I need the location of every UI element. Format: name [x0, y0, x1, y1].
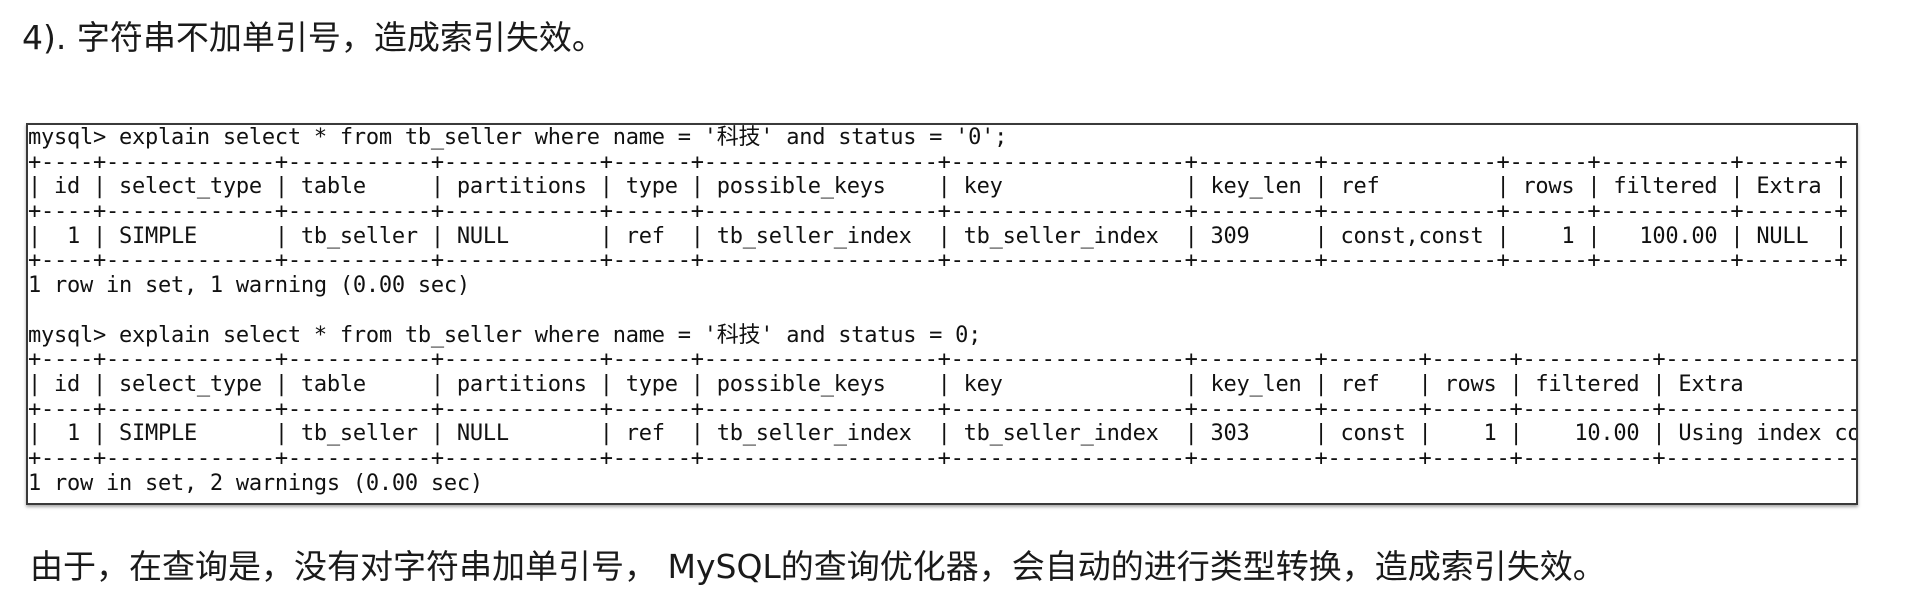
- terminal-line-query-2: mysql> explain select * from tb_seller w…: [28, 322, 982, 348]
- table-header-row: | id | select_type | table | partitions …: [28, 371, 1858, 397]
- table-border: +----+-------------+-----------+--------…: [28, 199, 1848, 225]
- table-row: | 1 | SIMPLE | tb_seller | NULL | ref | …: [28, 223, 1848, 249]
- table-border: +----+-------------+-----------+--------…: [28, 445, 1858, 471]
- table-border: +----+-------------+-----------+--------…: [28, 396, 1858, 422]
- section-heading: 4). 字符串不加单引号，造成索引失效。: [22, 18, 605, 57]
- terminal-line-query-1: mysql> explain select * from tb_seller w…: [28, 125, 1008, 150]
- table-border: +----+-------------+-----------+--------…: [28, 149, 1848, 175]
- result-summary-2: 1 row in set, 2 warnings (0.00 sec): [28, 470, 483, 496]
- table-border: +----+-------------+-----------+--------…: [28, 347, 1858, 373]
- terminal-output: mysql> explain select * from tb_seller w…: [28, 125, 1856, 496]
- table-header-row: | id | select_type | table | partitions …: [28, 174, 1848, 200]
- terminal-screenshot: mysql> explain select * from tb_seller w…: [26, 123, 1858, 505]
- table-border: +----+-------------+-----------+--------…: [28, 248, 1848, 274]
- table-row: | 1 | SIMPLE | tb_seller | NULL | ref | …: [28, 421, 1858, 447]
- result-summary-1: 1 row in set, 1 warning (0.00 sec): [28, 273, 470, 299]
- explanation-paragraph: 由于，在查询是，没有对字符串加单引号， MySQL的查询优化器，会自动的进行类型…: [30, 547, 1606, 586]
